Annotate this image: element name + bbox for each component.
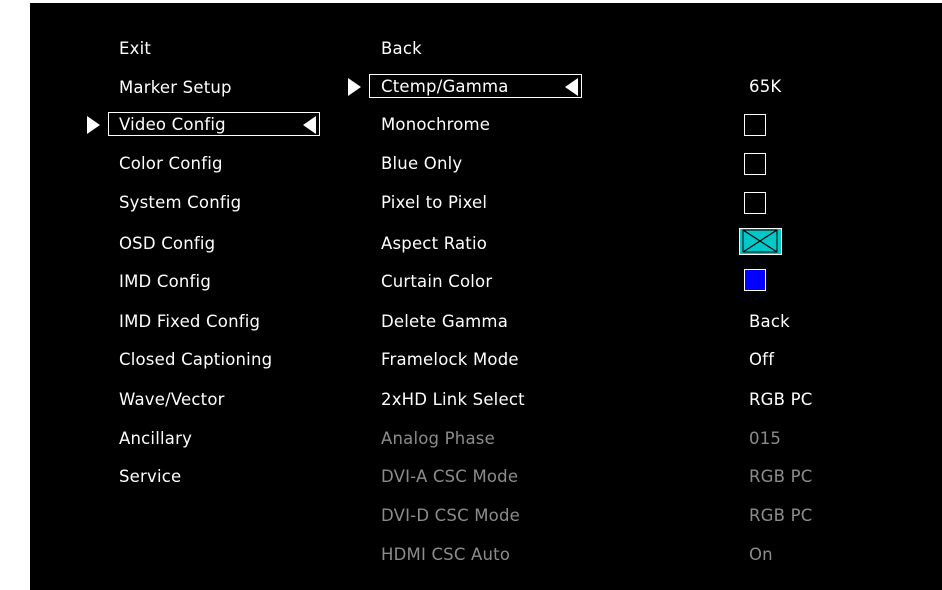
- blue-only-checkbox[interactable]: [744, 153, 766, 175]
- value-dvi-a-csc-mode: RGB PC: [749, 467, 813, 486]
- value-2xhd-link-select[interactable]: RGB PC: [749, 387, 813, 413]
- value-delete-gamma[interactable]: Back: [749, 309, 790, 335]
- selection-arrow-left-icon: [565, 78, 578, 96]
- submenu-item-aspect-ratio[interactable]: Aspect Ratio: [381, 231, 487, 257]
- submenu-item-monochrome[interactable]: Monochrome: [381, 112, 490, 138]
- submenu-item-back[interactable]: Back: [381, 36, 422, 62]
- value-ctemp-gamma[interactable]: 65K: [749, 74, 781, 100]
- menu-item-marker-setup[interactable]: Marker Setup: [119, 75, 232, 101]
- value-framelock-mode[interactable]: Off: [749, 347, 774, 373]
- value-dvi-d-csc-mode: RGB PC: [749, 506, 813, 525]
- menu-item-closed-captioning[interactable]: Closed Captioning: [119, 347, 272, 373]
- curtain-color-swatch[interactable]: [744, 269, 766, 291]
- value-analog-phase: 015: [749, 429, 782, 448]
- menu-item-ancillary[interactable]: Ancillary: [119, 426, 192, 452]
- menu-item-imd-config[interactable]: IMD Config: [119, 269, 211, 295]
- submenu-item-blue-only[interactable]: Blue Only: [381, 151, 462, 177]
- submenu-item-hdmi-csc-auto: HDMI CSC Auto: [381, 545, 511, 564]
- osd-menu-panel: Exit Marker Setup Video Config Color Con…: [30, 3, 942, 590]
- submenu-item-analog-phase: Analog Phase: [381, 429, 495, 448]
- submenu-item-pixel-to-pixel[interactable]: Pixel to Pixel: [381, 190, 487, 216]
- selection-arrow-right-icon: [87, 116, 100, 134]
- submenu-item-curtain-color[interactable]: Curtain Color: [381, 269, 492, 295]
- submenu-item-dvi-d-csc-mode: DVI-D CSC Mode: [381, 506, 520, 525]
- submenu-item-2xhd-link-select[interactable]: 2xHD Link Select: [381, 387, 525, 413]
- menu-item-service[interactable]: Service: [119, 464, 181, 490]
- menu-item-system-config[interactable]: System Config: [119, 190, 241, 216]
- menu-item-wave-vector[interactable]: Wave/Vector: [119, 387, 225, 413]
- submenu-item-ctemp-gamma[interactable]: Ctemp/Gamma: [381, 74, 509, 100]
- value-hdmi-csc-auto: On: [749, 545, 773, 564]
- pixel-to-pixel-checkbox[interactable]: [744, 192, 766, 214]
- aspect-ratio-swatch[interactable]: [739, 228, 782, 255]
- menu-item-imd-fixed-config[interactable]: IMD Fixed Config: [119, 309, 260, 335]
- selection-arrow-left-icon: [303, 116, 316, 134]
- menu-item-osd-config[interactable]: OSD Config: [119, 231, 215, 257]
- menu-item-exit[interactable]: Exit: [119, 36, 151, 62]
- monochrome-checkbox[interactable]: [744, 114, 766, 136]
- selection-arrow-right-icon: [348, 78, 361, 96]
- menu-item-video-config[interactable]: Video Config: [119, 112, 226, 138]
- submenu-item-delete-gamma[interactable]: Delete Gamma: [381, 309, 508, 335]
- submenu-item-dvi-a-csc-mode: DVI-A CSC Mode: [381, 467, 519, 486]
- menu-item-color-config[interactable]: Color Config: [119, 151, 223, 177]
- aspect-cross-icon: [742, 229, 778, 253]
- submenu-item-framelock-mode[interactable]: Framelock Mode: [381, 347, 519, 373]
